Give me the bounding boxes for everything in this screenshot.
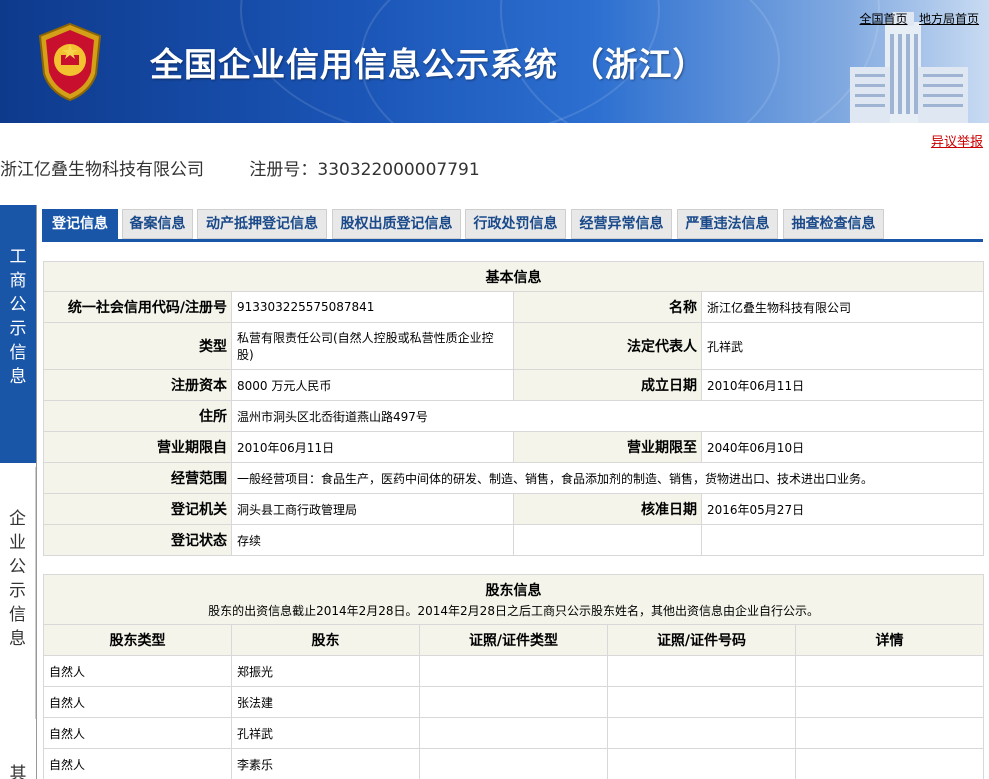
legal-rep-value: 孔祥武	[701, 322, 984, 370]
site-title: 全国企业信用信息公示系统 （浙江）	[150, 45, 707, 84]
shareholder-id-type	[419, 686, 608, 718]
scope-label: 经营范围	[43, 462, 232, 494]
legal-rep-label: 法定代表人	[513, 322, 702, 370]
tab-registration[interactable]: 登记信息	[42, 209, 118, 239]
type-label: 类型	[43, 322, 232, 370]
tab-equity-pledge[interactable]: 股权出质登记信息	[332, 209, 461, 239]
shareholder-name: 李素乐	[231, 748, 420, 779]
basic-info-table: 基本信息 统一社会信用代码/注册号 913303225575087841 名称 …	[43, 261, 984, 556]
shareholder-type: 自然人	[43, 686, 232, 718]
column-header: 证照/证件号码	[607, 624, 796, 656]
table-row: 自然人 郑振光	[43, 655, 985, 687]
shareholder-type: 自然人	[43, 717, 232, 749]
address-label: 住所	[43, 400, 232, 432]
approval-date-label: 核准日期	[513, 493, 702, 525]
shareholder-id-type	[419, 655, 608, 687]
status-value: 存续	[231, 524, 514, 556]
shareholder-detail[interactable]	[794, 717, 985, 749]
period-from-label: 营业期限自	[43, 431, 232, 463]
table-row: 自然人 张法建	[43, 686, 985, 718]
column-header: 股东类型	[43, 624, 232, 656]
tab-serious-violation[interactable]: 严重违法信息	[677, 209, 778, 239]
shareholder-name: 郑振光	[231, 655, 420, 687]
header-banner: 全国企业信用信息公示系统 （浙江） 全国首页 地方局首页	[0, 0, 989, 123]
table-row: 自然人 孔祥武	[43, 717, 985, 749]
empty-cell	[513, 524, 702, 556]
company-line: 浙江亿叠生物科技有限公司 注册号：330322000007791	[0, 155, 480, 180]
shareholder-id-no	[607, 717, 796, 749]
credit-code-value: 913303225575087841	[231, 291, 514, 323]
est-date-label: 成立日期	[513, 369, 702, 401]
tab-spot-check[interactable]: 抽查检查信息	[783, 209, 884, 239]
capital-label: 注册资本	[43, 369, 232, 401]
shareholder-table: 股东信息 股东的出资信息截止2014年2月28日。2014年2月28日之后工商只…	[42, 574, 985, 779]
column-header: 证照/证件类型	[419, 624, 608, 656]
shareholder-type: 自然人	[43, 655, 232, 687]
company-name: 浙江亿叠生物科技有限公司	[0, 160, 204, 180]
authority-label: 登记机关	[43, 493, 232, 525]
tab-abnormal-operation[interactable]: 经营异常信息	[571, 209, 672, 239]
nav-enterprise-disclosure[interactable]: 企业公示信息	[0, 467, 36, 719]
national-emblem-icon	[38, 22, 102, 102]
divider	[36, 205, 37, 779]
capital-value: 8000 万元人民币	[231, 369, 514, 401]
column-header: 详情	[794, 624, 985, 656]
national-home-link[interactable]: 全国首页	[859, 12, 907, 26]
authority-value: 洞头县工商行政管理局	[231, 493, 514, 525]
objection-report-link[interactable]: 异议举报	[931, 131, 983, 150]
shareholder-id-type	[419, 717, 608, 749]
shareholder-detail[interactable]	[794, 748, 985, 779]
top-links: 全国首页 地方局首页	[859, 10, 979, 27]
tab-filing[interactable]: 备案信息	[122, 209, 193, 239]
shareholder-header: 股东信息 股东的出资信息截止2014年2月28日。2014年2月28日之后工商只…	[42, 574, 985, 625]
tab-administrative-penalty[interactable]: 行政处罚信息	[465, 209, 566, 239]
empty-cell	[701, 524, 984, 556]
shareholder-type: 自然人	[43, 748, 232, 779]
company-name-value: 浙江亿叠生物科技有限公司	[701, 291, 984, 323]
table-row: 自然人 李素乐	[43, 748, 985, 779]
shareholder-detail[interactable]	[794, 655, 985, 687]
shareholder-id-type	[419, 748, 608, 779]
status-label: 登记状态	[43, 524, 232, 556]
shareholder-id-no	[607, 655, 796, 687]
period-from-value: 2010年06月11日	[231, 431, 514, 463]
basic-info-title: 基本信息	[43, 261, 984, 292]
approval-date-value: 2016年05月27日	[701, 493, 984, 525]
company-name-label: 名称	[513, 291, 702, 323]
shareholder-name: 孔祥武	[231, 717, 420, 749]
link-separator	[911, 12, 915, 26]
page: 全国企业信用信息公示系统 （浙江） 全国首页 地方局首页 异议举报 浙江亿叠生物…	[0, 0, 989, 779]
shareholder-id-no	[607, 686, 796, 718]
local-bureau-home-link[interactable]: 地方局首页	[919, 12, 979, 26]
period-to-label: 营业期限至	[513, 431, 702, 463]
address-value: 温州市洞头区北岙街道燕山路497号	[231, 400, 984, 432]
nav-other[interactable]: 其	[0, 751, 36, 779]
shareholder-id-no	[607, 748, 796, 779]
nav-business-disclosure[interactable]: 工商公示信息	[0, 205, 36, 463]
building-illustration	[850, 12, 968, 123]
shareholder-name: 张法建	[231, 686, 420, 718]
credit-code-label: 统一社会信用代码/注册号	[43, 291, 232, 323]
column-header: 股东	[231, 624, 420, 656]
shareholder-note: 股东的出资信息截止2014年2月28日。2014年2月28日之后工商只公示股东姓…	[208, 604, 819, 618]
scope-value: 一般经营项目：食品生产，医药中间体的研发、制造、销售，食品添加剂的制造、销售，货…	[231, 462, 984, 494]
est-date-value: 2010年06月11日	[701, 369, 984, 401]
tab-underline	[42, 239, 983, 242]
type-value: 私营有限责任公司(自然人控股或私营性质企业控股)	[231, 322, 514, 370]
shareholder-detail[interactable]	[794, 686, 985, 718]
tab-chattel-mortgage[interactable]: 动产抵押登记信息	[197, 209, 327, 239]
period-to-value: 2040年06月10日	[701, 431, 984, 463]
left-nav: 工商公示信息 企业公示信息 其	[0, 205, 36, 779]
registration-label: 注册号：	[249, 160, 318, 180]
shareholder-title: 股东信息	[485, 583, 542, 599]
registration-number: 330322000007791	[317, 160, 480, 180]
